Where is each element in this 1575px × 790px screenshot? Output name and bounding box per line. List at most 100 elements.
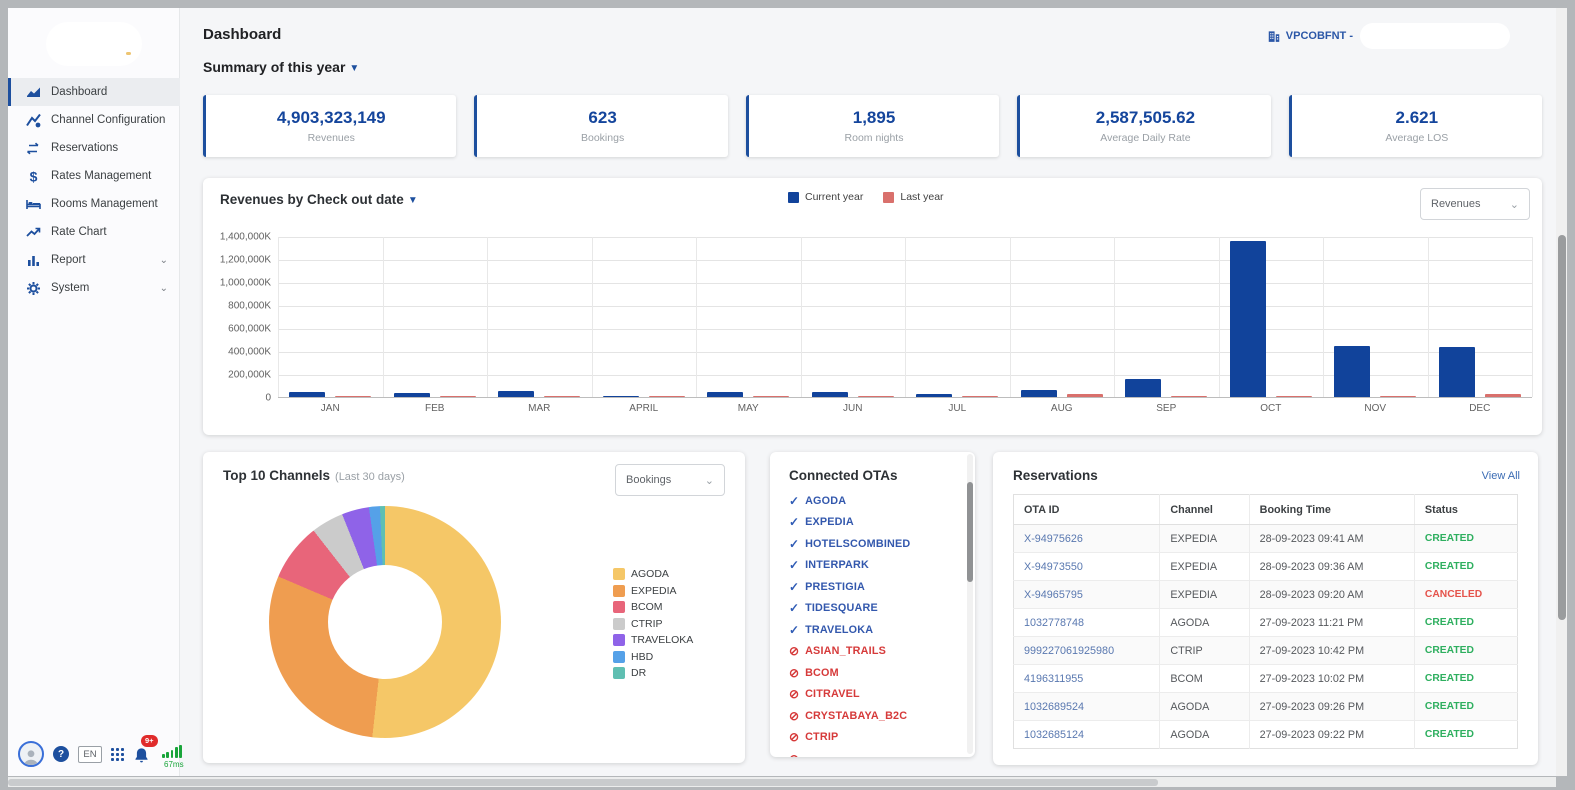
trend-line-icon	[25, 224, 41, 240]
table-row[interactable]: 4196311955BCOM27-09-2023 10:02 PMCREATED	[1014, 665, 1518, 693]
property-code: VPCOBFNT -	[1286, 30, 1353, 42]
legend-swatch	[613, 585, 625, 597]
column-header-channel[interactable]: Channel	[1160, 495, 1249, 525]
gridline	[1532, 237, 1533, 397]
sidebar-item-rooms-management[interactable]: Rooms Management	[8, 190, 180, 218]
ota-item-traveloka[interactable]: ✓TRAVELOKA	[789, 623, 959, 636]
bar-group-nov	[1323, 237, 1428, 397]
table-row[interactable]: 999227061925980CTRIP27-09-2023 10:42 PMC…	[1014, 637, 1518, 665]
check-icon: ✓	[789, 559, 799, 571]
otas-scrollbar-thumb[interactable]	[967, 482, 973, 582]
cell-ota-id[interactable]: X-94975626	[1014, 525, 1160, 553]
property-selector[interactable]: VPCOBFNT -	[1267, 23, 1510, 49]
channels-metric-select[interactable]: Bookings ⌄	[615, 464, 725, 496]
main-content: Dashboard VPCOBFNT - Summary of this yea…	[180, 8, 1556, 776]
x-axis-tick: SEP	[1114, 403, 1218, 414]
ota-item-bcom[interactable]: ⊘BCOM	[789, 666, 959, 679]
horizontal-scrollbar[interactable]	[8, 777, 1556, 787]
ota-item-hotelscombined[interactable]: ✓HOTELSCOMBINED	[789, 537, 959, 550]
user-avatar[interactable]	[18, 741, 44, 767]
check-icon: ✓	[789, 538, 799, 550]
column-header-status[interactable]: Status	[1414, 495, 1517, 525]
ota-item-citravel[interactable]: ⊘CITRAVEL	[789, 688, 959, 701]
horizontal-scrollbar-thumb[interactable]	[8, 779, 1158, 786]
legend-label: AGODA	[631, 568, 669, 580]
metric-select[interactable]: Revenues ⌄	[1420, 188, 1530, 220]
table-row[interactable]: X-94975626EXPEDIA28-09-2023 09:41 AMCREA…	[1014, 525, 1518, 553]
sidebar-item-system[interactable]: System⌄	[8, 274, 180, 302]
ota-label: CITRAVEL	[805, 688, 860, 700]
ota-item-interpark[interactable]: ✓ INTERPARK	[789, 559, 959, 572]
apps-grid-icon[interactable]	[111, 748, 124, 761]
chevron-down-icon: ⌄	[160, 255, 168, 266]
top-channels-title-label: Top 10 Channels	[223, 468, 330, 483]
cell-channel: EXPEDIA	[1160, 525, 1249, 553]
cell-booking-time: 28-09-2023 09:36 AM	[1249, 553, 1414, 581]
otas-scrollbar[interactable]	[967, 454, 973, 754]
cell-ota-id[interactable]: X-94965795	[1014, 581, 1160, 609]
ota-item-tidesquare[interactable]: ✓TIDESQUARE	[789, 602, 959, 615]
blocked-icon: ⊘	[789, 731, 799, 743]
cell-ota-id[interactable]: 1032778748	[1014, 609, 1160, 637]
bar-last-year	[1067, 394, 1103, 397]
y-axis-tick: 1,400,000K	[220, 232, 271, 243]
ota-item-prestigia[interactable]: ✓PRESTIGIA	[789, 580, 959, 593]
revenue-chart-title[interactable]: Revenues by Check out date▼	[220, 192, 418, 207]
language-selector[interactable]: EN	[78, 746, 102, 763]
table-row[interactable]: 1032685124AGODA27-09-2023 09:22 PMCREATE…	[1014, 721, 1518, 749]
sidebar-item-report[interactable]: Report⌄	[8, 246, 180, 274]
bar-last-year	[1276, 396, 1312, 398]
table-row[interactable]: X-94965795EXPEDIA28-09-2023 09:20 AMCANC…	[1014, 581, 1518, 609]
cell-ota-id[interactable]: 1032685124	[1014, 721, 1160, 749]
legend-label: BCOM	[631, 601, 663, 613]
bar-current-year	[1021, 390, 1057, 397]
cell-ota-id[interactable]: 999227061925980	[1014, 637, 1160, 665]
bar-group-may	[696, 237, 801, 397]
sidebar-item-reservations[interactable]: Reservations	[8, 134, 180, 162]
ota-item-asian_trails[interactable]: ⊘ASIAN_TRAILS	[789, 645, 959, 658]
view-all-link[interactable]: View All	[1482, 470, 1520, 482]
legend-swatch	[613, 634, 625, 646]
vertical-scrollbar-thumb[interactable]	[1558, 235, 1566, 620]
cell-status: CREATED	[1414, 721, 1517, 749]
ota-item-crystabaya_b2c[interactable]: ⊘CRYSTABAYA_B2C	[789, 709, 959, 722]
ota-item-partial[interactable]: ⊘	[789, 752, 959, 757]
reservations-table: OTA IDChannelBooking TimeStatus X-949756…	[1013, 494, 1518, 749]
donut-legend-item-bcom: BCOM	[613, 601, 693, 613]
top-channels-title: Top 10 Channels(Last 30 days)	[223, 468, 405, 483]
cell-status: CREATED	[1414, 525, 1517, 553]
sidebar-item-channel-configuration[interactable]: Channel Configuration	[8, 106, 180, 134]
ota-item-expedia[interactable]: ✓EXPEDIA	[789, 516, 959, 529]
help-icon[interactable]: ?	[53, 746, 69, 762]
sidebar-item-dashboard[interactable]: Dashboard	[8, 78, 180, 106]
ota-item-agoda[interactable]: ✓AGODA	[789, 494, 959, 507]
table-row[interactable]: X-94973550EXPEDIA28-09-2023 09:36 AMCREA…	[1014, 553, 1518, 581]
cell-booking-time: 27-09-2023 11:21 PM	[1249, 609, 1414, 637]
x-axis-tick: DEC	[1428, 403, 1532, 414]
column-header-ota-id[interactable]: OTA ID	[1014, 495, 1160, 525]
sidebar-item-label: Rate Chart	[51, 226, 107, 238]
ota-label: INTERPARK	[805, 559, 869, 571]
table-row[interactable]: 1032689524AGODA27-09-2023 09:26 PMCREATE…	[1014, 693, 1518, 721]
bar-last-year	[753, 396, 789, 398]
kpi-label: Average Daily Rate	[1100, 132, 1190, 144]
notifications-bell[interactable]: 9+	[133, 742, 153, 766]
vertical-scrollbar[interactable]	[1556, 8, 1567, 776]
x-axis-tick: MAY	[696, 403, 800, 414]
table-row[interactable]: 1032778748AGODA27-09-2023 11:21 PMCREATE…	[1014, 609, 1518, 637]
sidebar-item-rate-chart[interactable]: Rate Chart	[8, 218, 180, 246]
cell-status: CREATED	[1414, 609, 1517, 637]
cell-ota-id[interactable]: 4196311955	[1014, 665, 1160, 693]
bar-group-dec	[1428, 237, 1533, 397]
period-selector[interactable]: Summary of this year▼	[203, 59, 359, 75]
bar-current-year	[916, 394, 952, 397]
column-header-booking-time[interactable]: Booking Time	[1249, 495, 1414, 525]
legend-swatch	[613, 651, 625, 663]
bar-current-year	[707, 392, 743, 397]
cell-ota-id[interactable]: X-94973550	[1014, 553, 1160, 581]
sidebar-item-rates-management[interactable]: $Rates Management	[8, 162, 180, 190]
blocked-icon: ⊘	[789, 710, 799, 722]
ota-item-ctrip[interactable]: ⊘CTRIP	[789, 731, 959, 744]
cell-ota-id[interactable]: 1032689524	[1014, 693, 1160, 721]
ota-label: TIDESQUARE	[805, 602, 878, 614]
